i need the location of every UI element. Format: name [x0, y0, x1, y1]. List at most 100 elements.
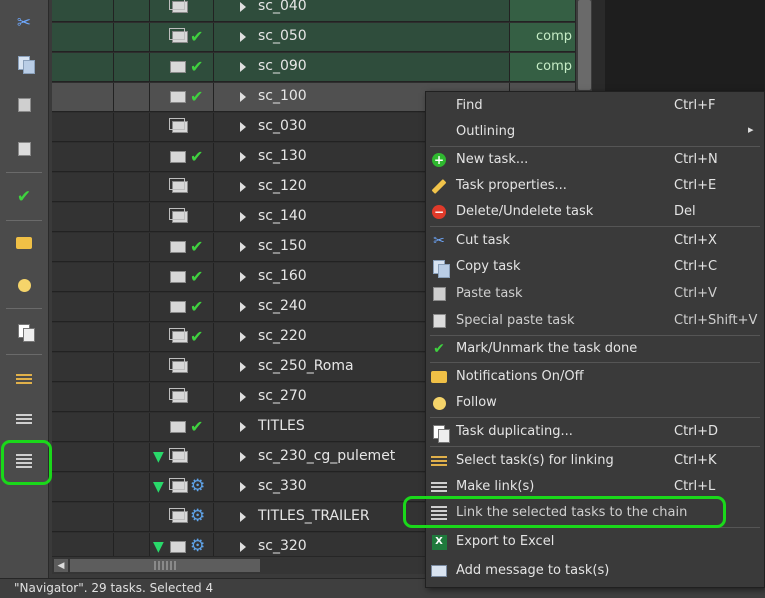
- menu-item-outlining[interactable]: Outlining ▸: [426, 119, 764, 145]
- cell-icons[interactable]: [150, 203, 214, 232]
- expand-arrow-icon[interactable]: [240, 62, 246, 72]
- expand-arrow-icon[interactable]: [240, 92, 246, 102]
- table-row[interactable]: ✔ sc_050 comp: [52, 23, 592, 53]
- cell-icons[interactable]: ✔: [150, 323, 214, 352]
- cell-status[interactable]: [510, 0, 576, 22]
- expand-arrow-icon[interactable]: [240, 122, 246, 132]
- cut-icon[interactable]: ✂: [6, 10, 42, 36]
- cell-marker[interactable]: [52, 23, 114, 52]
- menu-item-duplicate[interactable]: Task duplicating... Ctrl+D: [426, 419, 764, 445]
- cell-icons[interactable]: ✔: [150, 83, 214, 112]
- duplicate-icon[interactable]: [6, 318, 42, 344]
- cell-icons[interactable]: ✔: [150, 413, 214, 442]
- make-link-icon[interactable]: [6, 406, 42, 432]
- select-for-linking-icon[interactable]: [6, 366, 42, 392]
- menu-item-select-for-linking[interactable]: Select task(s) for linking Ctrl+K: [426, 448, 764, 474]
- cell-name[interactable]: sc_040: [214, 0, 510, 22]
- cell-icons[interactable]: [150, 113, 214, 142]
- cell-icons[interactable]: [150, 353, 214, 382]
- cell-icons[interactable]: ▼ ⚙: [150, 533, 214, 556]
- mark-done-icon[interactable]: ✔: [6, 184, 42, 210]
- copy-icon[interactable]: [6, 50, 42, 76]
- cell-name[interactable]: sc_090: [214, 53, 510, 82]
- menu-item-special-paste[interactable]: Special paste task Ctrl+Shift+V: [426, 308, 764, 334]
- menu-item-copy-task[interactable]: Copy task Ctrl+C: [426, 254, 764, 280]
- menu-item-link-chain[interactable]: Link the selected tasks to the chain: [426, 500, 764, 526]
- expand-arrow-icon[interactable]: [240, 422, 246, 432]
- menu-item-delete-task[interactable]: − Delete/Undelete task Del: [426, 199, 764, 225]
- expand-arrow-icon[interactable]: [240, 212, 246, 222]
- special-paste-icon[interactable]: [6, 136, 42, 162]
- cell-flags[interactable]: [114, 83, 150, 112]
- cell-icons[interactable]: ✔: [150, 23, 214, 52]
- cell-flags[interactable]: [114, 143, 150, 172]
- menu-item-cut-task[interactable]: ✂ Cut task Ctrl+X: [426, 228, 764, 254]
- menu-item-paste-task[interactable]: Paste task Ctrl+V: [426, 281, 764, 307]
- menu-item-add-message[interactable]: Add message to task(s): [426, 558, 764, 584]
- menu-item-task-properties[interactable]: Task properties... Ctrl+E: [426, 173, 764, 199]
- cell-flags[interactable]: [114, 473, 150, 502]
- cell-marker[interactable]: [52, 443, 114, 472]
- cell-icons[interactable]: ▼: [150, 443, 214, 472]
- cell-flags[interactable]: [114, 0, 150, 22]
- menu-item-find[interactable]: Find Ctrl+F: [426, 93, 764, 119]
- cell-marker[interactable]: [52, 383, 114, 412]
- cell-icons[interactable]: ✔: [150, 263, 214, 292]
- cell-marker[interactable]: [52, 143, 114, 172]
- cell-flags[interactable]: [114, 353, 150, 382]
- cell-marker[interactable]: [52, 293, 114, 322]
- cell-flags[interactable]: [114, 383, 150, 412]
- expand-arrow-icon[interactable]: [240, 242, 246, 252]
- menu-item-export-excel[interactable]: X Export to Excel: [426, 529, 764, 555]
- expand-arrow-icon[interactable]: [240, 272, 246, 282]
- cell-status[interactable]: comp: [510, 23, 576, 52]
- cell-flags[interactable]: [114, 293, 150, 322]
- paste-icon[interactable]: [6, 92, 42, 118]
- notifications-icon[interactable]: [6, 230, 42, 256]
- cell-marker[interactable]: [52, 0, 114, 22]
- menu-item-mark-done[interactable]: ✔ Mark/Unmark the task done: [426, 336, 764, 362]
- expand-arrow-icon[interactable]: [240, 332, 246, 342]
- cell-flags[interactable]: [114, 233, 150, 262]
- cell-flags[interactable]: [114, 203, 150, 232]
- follow-icon[interactable]: [6, 272, 42, 298]
- expand-arrow-icon[interactable]: [240, 302, 246, 312]
- menu-item-notifications[interactable]: Notifications On/Off: [426, 364, 764, 390]
- cell-marker[interactable]: [52, 203, 114, 232]
- table-row[interactable]: sc_040: [52, 0, 592, 23]
- cell-marker[interactable]: [52, 473, 114, 502]
- expand-arrow-icon[interactable]: [240, 32, 246, 42]
- cell-flags[interactable]: [114, 323, 150, 352]
- cell-flags[interactable]: [114, 413, 150, 442]
- cell-marker[interactable]: [52, 533, 114, 556]
- cell-icons[interactable]: ✔: [150, 293, 214, 322]
- expand-arrow-icon[interactable]: [240, 452, 246, 462]
- cell-marker[interactable]: [52, 413, 114, 442]
- cell-icons[interactable]: [150, 383, 214, 412]
- cell-marker[interactable]: [52, 233, 114, 262]
- horizontal-scrollbar-thumb[interactable]: [70, 559, 260, 572]
- cell-icons[interactable]: ⚙: [150, 503, 214, 532]
- menu-item-new-task[interactable]: + New task... Ctrl+N: [426, 147, 764, 173]
- menu-item-follow[interactable]: Follow: [426, 390, 764, 416]
- cell-icons[interactable]: [150, 173, 214, 202]
- menu-item-make-links[interactable]: Make link(s) Ctrl+L: [426, 474, 764, 500]
- cell-marker[interactable]: [52, 83, 114, 112]
- cell-status[interactable]: comp: [510, 53, 576, 82]
- cell-flags[interactable]: [114, 503, 150, 532]
- cell-icons[interactable]: ✔: [150, 233, 214, 262]
- cell-flags[interactable]: [114, 443, 150, 472]
- cell-icons[interactable]: ✔: [150, 143, 214, 172]
- expand-arrow-icon[interactable]: [240, 482, 246, 492]
- expand-arrow-icon[interactable]: [240, 152, 246, 162]
- cell-icons[interactable]: [150, 0, 214, 22]
- cell-flags[interactable]: [114, 113, 150, 142]
- cell-marker[interactable]: [52, 113, 114, 142]
- cell-flags[interactable]: [114, 263, 150, 292]
- expand-arrow-icon[interactable]: [240, 392, 246, 402]
- cell-flags[interactable]: [114, 23, 150, 52]
- cell-marker[interactable]: [52, 263, 114, 292]
- cell-marker[interactable]: [52, 503, 114, 532]
- expand-arrow-icon[interactable]: [240, 2, 246, 12]
- table-row[interactable]: ✔ sc_090 comp: [52, 53, 592, 83]
